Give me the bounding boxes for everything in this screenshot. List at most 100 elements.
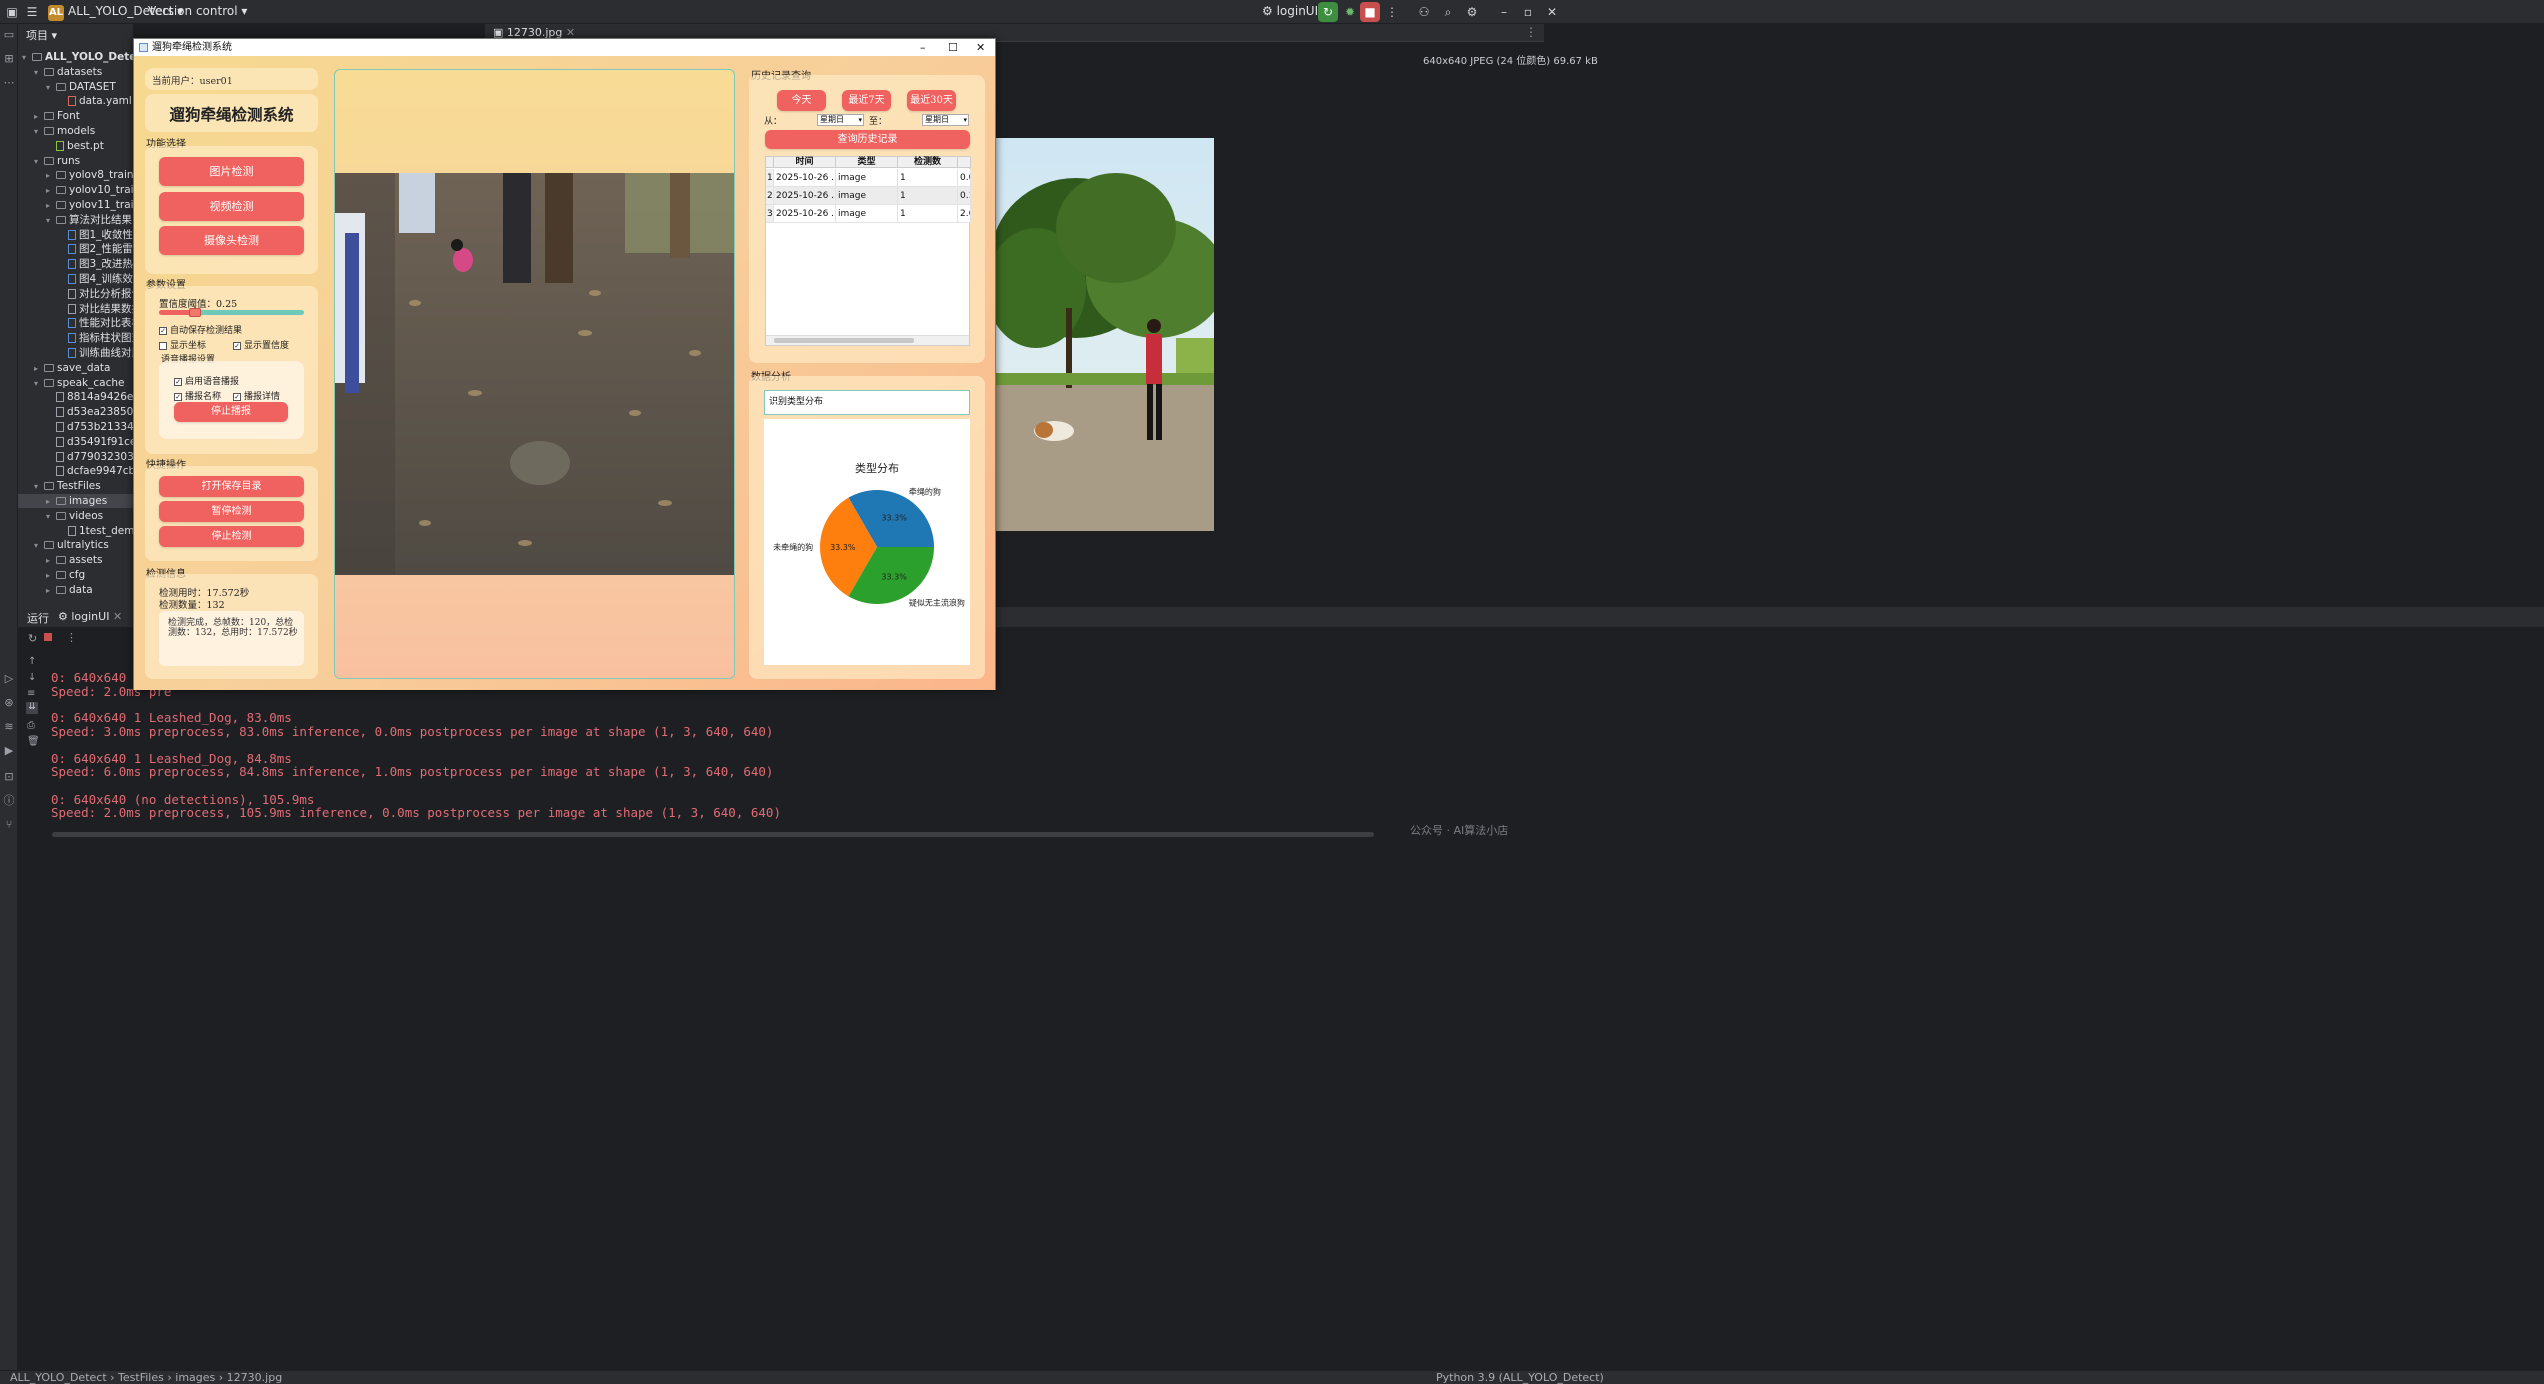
chevron-right-icon[interactable]: ▸ [46, 199, 56, 213]
stop-icon[interactable]: ■ [1360, 2, 1380, 22]
analysis-type-select[interactable]: 识别类型分布 [764, 390, 970, 415]
close-icon[interactable]: ✕ [1542, 2, 1562, 22]
from-date-select[interactable]: 星期日 ▾ [817, 114, 864, 126]
chevron-right-icon[interactable]: ▸ [46, 569, 56, 583]
terminal-icon[interactable]: ⊡ [2, 770, 16, 784]
tree-item[interactable]: 图2_性能雷达 [18, 242, 133, 256]
tree-item[interactable]: d35491f91ce20 [18, 435, 133, 449]
python-interpreter[interactable]: Python 3.9 (ALL_YOLO_Detect) [1436, 1371, 1604, 1384]
chevron-down-icon[interactable]: ▾ [34, 125, 44, 139]
stop-detect-button[interactable]: 停止检测 [159, 526, 304, 547]
tree-item[interactable]: d753b2133479e [18, 420, 133, 434]
vcs-menu[interactable]: Version control ▾ [148, 4, 247, 18]
app-minimize-icon[interactable]: – [920, 39, 926, 56]
tree-item[interactable]: ▾ datasets [18, 65, 133, 79]
tree-item[interactable]: ▸ Font [18, 109, 133, 123]
console-h-scrollbar[interactable] [52, 832, 1374, 837]
tree-item[interactable]: ▾ models [18, 124, 133, 138]
chevron-down-icon[interactable]: ▾ [22, 51, 32, 65]
more-tools-icon[interactable]: ⋯ [2, 76, 16, 90]
scrollbar-thumb[interactable] [774, 338, 914, 343]
tree-item[interactable]: ▸ data [18, 583, 133, 597]
chevron-down-icon[interactable]: ▾ [46, 510, 56, 524]
scroll-up-icon[interactable]: ↑ [28, 656, 36, 667]
chevron-down-icon[interactable]: ▾ [34, 155, 44, 169]
pause-detect-button[interactable]: 暂停检测 [159, 501, 304, 522]
debug-icon[interactable]: ✹ [1340, 2, 1360, 22]
tab-menu-icon[interactable]: ⋮ [1525, 25, 1537, 39]
trash-icon[interactable]: 🗑 [27, 736, 40, 747]
breadcrumb-item[interactable]: TestFiles [118, 1371, 164, 1384]
tree-item[interactable]: 图4_训练效率 [18, 272, 133, 286]
main-menu-icon[interactable]: ☰ [22, 2, 42, 22]
tree-item[interactable]: 对比结果数据 [18, 302, 133, 316]
tree-item[interactable]: ▸ cfg [18, 568, 133, 582]
table-header-cell[interactable]: 类型 [836, 157, 898, 168]
tree-item[interactable]: ▾ 算法对比结果 [18, 213, 133, 227]
enable-voice-checkbox[interactable]: ✓ 启用语音播报 [174, 374, 239, 387]
open-save-dir-button[interactable]: 打开保存目录 [159, 476, 304, 497]
chevron-down-icon[interactable]: ▾ [46, 81, 56, 95]
git-icon[interactable]: ⑂ [2, 818, 16, 832]
print-icon[interactable]: ⎙ [27, 720, 35, 731]
more-icon[interactable]: ⋮ [1382, 2, 1402, 22]
table-row[interactable]: 22025-10-26 ...image10.1 [766, 187, 971, 205]
confidence-slider[interactable] [159, 308, 304, 317]
to-date-select[interactable]: 星期日 ▾ [922, 114, 969, 126]
chevron-down-icon[interactable]: ▾ [46, 214, 56, 228]
tree-item[interactable]: 8814a9426ec23 [18, 390, 133, 404]
confidence-slider-handle[interactable] [189, 308, 202, 317]
tree-item[interactable]: best.pt [18, 139, 133, 153]
tree-item[interactable]: ▾ DATASET [18, 80, 133, 94]
scroll-down-icon[interactable]: ↓ [28, 672, 36, 683]
problems-icon[interactable]: ⓘ [2, 794, 16, 808]
python-packages-icon[interactable]: ⊛ [2, 696, 16, 710]
app-close-icon[interactable]: ✕ [976, 39, 985, 56]
tree-item[interactable]: ▾ ultralytics [18, 538, 133, 552]
tree-item[interactable]: ▸ yolov10_train_ou [18, 183, 133, 197]
table-header-cell[interactable] [766, 157, 774, 168]
tree-item[interactable]: ▸ save_data [18, 361, 133, 375]
tree-item[interactable]: 1test_demo.r [18, 524, 133, 538]
show-coords-checkbox[interactable]: 显示坐标 [159, 338, 206, 351]
announce-name-checkbox[interactable]: ✓ 播报名称 [174, 389, 221, 402]
run-tool-icon[interactable]: ▷ [2, 672, 16, 686]
table-h-scrollbar[interactable] [766, 335, 969, 345]
tree-item[interactable]: ▸ assets [18, 553, 133, 567]
tree-item[interactable]: 图1_收敛性分 [18, 228, 133, 242]
table-row[interactable]: 32025-10-26 ...image12.6 [766, 205, 971, 223]
chevron-right-icon[interactable]: ▸ [46, 169, 56, 183]
run-tab[interactable]: ⚙ loginUI ✕ [58, 610, 122, 623]
stop-small-icon[interactable] [44, 633, 52, 641]
tree-item[interactable]: ▾ TestFiles [18, 479, 133, 493]
auto-save-checkbox[interactable]: ✓ 自动保存检测结果 [159, 323, 242, 336]
chevron-down-icon[interactable]: ▾ [34, 377, 44, 391]
chevron-right-icon[interactable]: ▸ [46, 495, 56, 509]
chevron-right-icon[interactable]: ▸ [46, 584, 56, 598]
run-more-icon[interactable]: ⋮ [66, 631, 77, 644]
last7-button[interactable]: 最近7天 [842, 90, 891, 111]
tree-item[interactable]: d779032303ec2 [18, 450, 133, 464]
add-user-icon[interactable]: ⚇ [1414, 2, 1434, 22]
maximize-icon[interactable]: ▫ [1518, 2, 1538, 22]
tree-item[interactable]: ▸ images [18, 494, 133, 508]
tree-item[interactable]: ▸ yolov11_train_ou [18, 198, 133, 212]
chevron-down-icon[interactable]: ▾ [34, 66, 44, 80]
breadcrumb-item[interactable]: images [175, 1371, 215, 1384]
tree-item[interactable]: ▾ ALL_YOLO_Detect [18, 50, 133, 64]
tree-item[interactable]: ▾ speak_cache [18, 376, 133, 390]
settings-gear-icon[interactable]: ⚙ [1462, 2, 1482, 22]
announce-detail-checkbox[interactable]: ✓ 播报详情 [233, 389, 280, 402]
chevron-right-icon[interactable]: ▸ [46, 184, 56, 198]
breadcrumb-item[interactable]: ALL_YOLO_Detect [10, 1371, 107, 1384]
tree-item[interactable]: d53ea23850413 [18, 405, 133, 419]
project-folder-icon[interactable]: ▭ [2, 28, 16, 42]
breadcrumb-item[interactable]: 12730.jpg [227, 1371, 283, 1384]
search-icon[interactable]: ⌕ [1438, 2, 1458, 22]
table-header-cell[interactable] [958, 157, 971, 168]
scroll-to-end-icon[interactable]: ⇊ [26, 702, 38, 714]
image-detect-button[interactable]: 图片检测 [159, 157, 304, 186]
chevron-right-icon[interactable]: ▸ [34, 110, 44, 124]
last30-button[interactable]: 最近30天 [907, 90, 956, 111]
app-maximize-icon[interactable]: ☐ [948, 39, 958, 56]
